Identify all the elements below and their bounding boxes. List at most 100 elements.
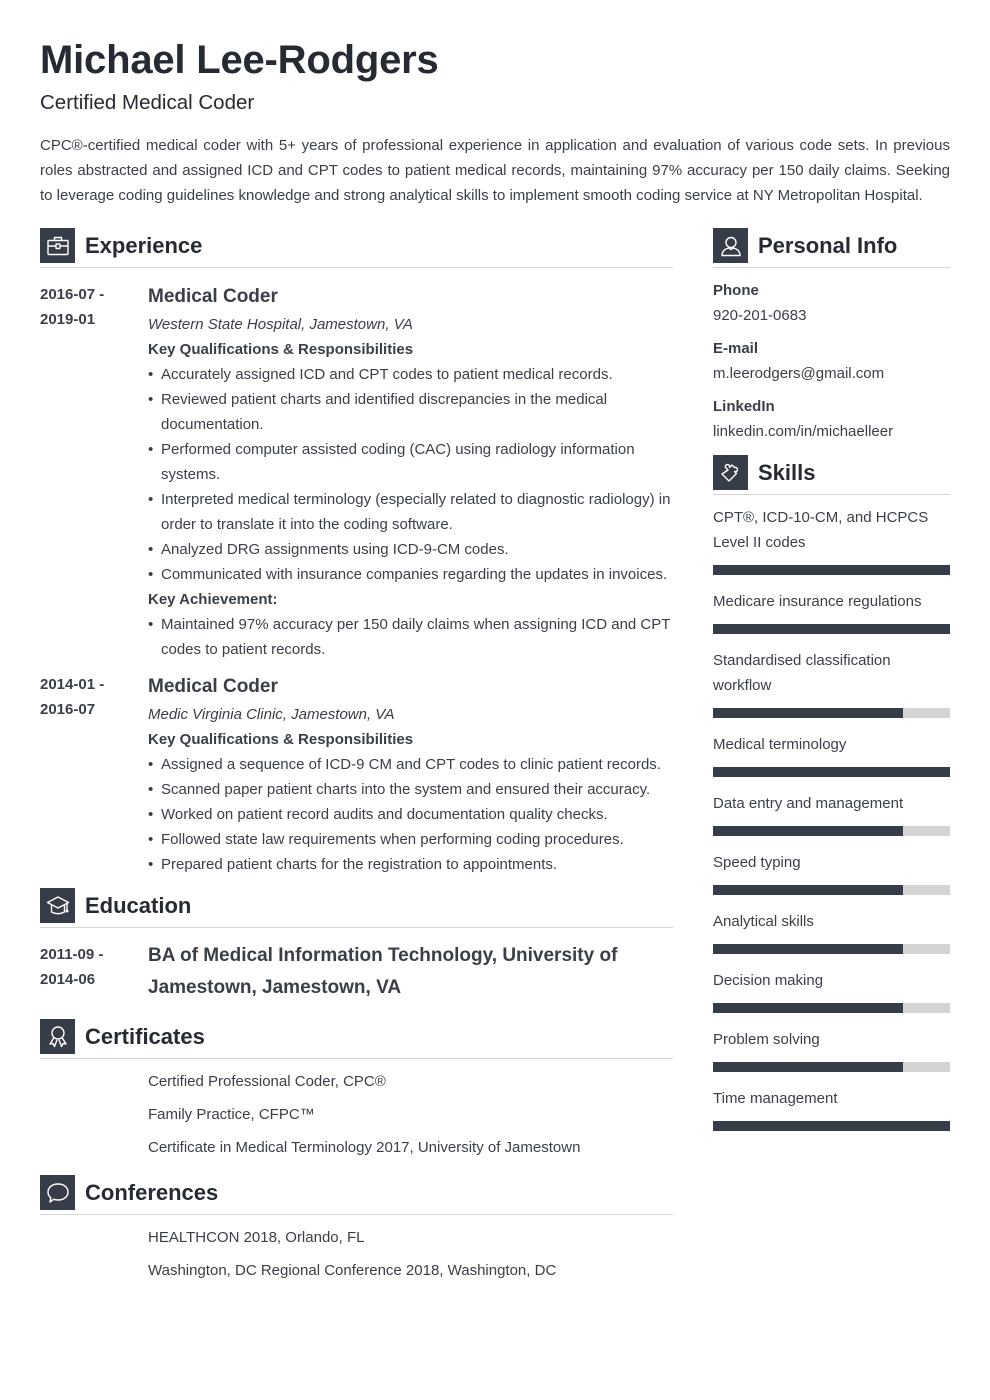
list-item: Worked on patient record audits and docu…: [148, 802, 673, 827]
skill-level-bar: [713, 708, 950, 718]
list-item: Prepared patient charts for the registra…: [148, 852, 673, 877]
company: Western State Hospital, Jamestown, VA: [148, 316, 413, 333]
conferences-section: Conferences HEALTHCON 2018, Orlando, FL …: [40, 1174, 673, 1287]
skill-item: Time management: [713, 1086, 950, 1131]
skill-item: Medical terminology: [713, 732, 950, 777]
education-entry: 2011-09 - 2014-06 BA of Medical Informat…: [40, 940, 673, 1004]
section-title: Certificates: [85, 1024, 205, 1049]
skill-level-fill: [713, 1062, 903, 1072]
job-dates: 2016-07 - 2019-01: [40, 282, 140, 332]
certificates-list: Certified Professional Coder, CPC® Famil…: [40, 1065, 673, 1164]
phone-label: Phone: [713, 282, 759, 299]
skill-name: Speed typing: [713, 854, 801, 871]
skill-level-fill: [713, 885, 903, 895]
skill-level-bar: [713, 565, 950, 575]
list-item: Assigned a sequence of ICD-9 CM and CPT …: [148, 752, 673, 777]
list-item: Interpreted medical terminology (especia…: [148, 487, 673, 537]
skill-level-fill: [713, 1121, 950, 1131]
summary-paragraph: CPC®-certified medical coder with 5+ yea…: [40, 137, 950, 204]
skill-level-bar: [713, 826, 950, 836]
conferences-list: HEALTHCON 2018, Orlando, FL Washington, …: [40, 1221, 673, 1287]
responsibilities-list: Assigned a sequence of ICD-9 CM and CPT …: [148, 752, 673, 877]
skill-level-fill: [713, 767, 950, 777]
skill-level-bar: [713, 767, 950, 777]
section-title: Education: [85, 893, 192, 918]
award-ribbon-icon: [40, 1019, 75, 1054]
skills-section: Skills CPT®, ICD-10-CM, and HCPCS Level …: [713, 454, 950, 1131]
phone-value: 920-201-0683: [713, 307, 807, 324]
skill-item: Speed typing: [713, 850, 950, 895]
education-section: Education 2011-09 - 2014-06 BA of Medica…: [40, 887, 673, 1004]
job-entry: 2016-07 - 2019-01 Medical Coder Western …: [40, 282, 673, 662]
email-value[interactable]: m.leerodgers@gmail.com: [713, 361, 950, 386]
date-end: 2019-01: [40, 311, 96, 328]
skill-level-fill: [713, 944, 903, 954]
company: Medic Virginia Clinic, Jamestown, VA: [148, 706, 395, 723]
skill-item: Data entry and management: [713, 791, 950, 836]
skill-name: Standardised classification workflow: [713, 652, 891, 694]
date-start: 2014-01 -: [40, 676, 105, 693]
section-header: Experience: [40, 227, 673, 268]
list-item: Performed computer assisted coding (CAC)…: [148, 437, 673, 487]
job-title: Medical Coder: [148, 676, 278, 697]
skill-name: Medicare insurance regulations: [713, 593, 922, 610]
skill-level-fill: [713, 624, 950, 634]
section-header: Education: [40, 887, 673, 928]
skill-level-bar: [713, 1062, 950, 1072]
skill-level-fill: [713, 826, 903, 836]
job-entry: 2014-01 - 2016-07 Medical Coder Medic Vi…: [40, 672, 673, 877]
person-icon: [713, 228, 748, 263]
experience-section: Experience 2016-07 - 2019-01 Medical Cod…: [40, 227, 673, 877]
section-title: Personal Info: [758, 233, 898, 258]
degree-title: BA of Medical Information Technology, Un…: [148, 945, 618, 998]
skill-item: Medicare insurance regulations: [713, 589, 950, 634]
skill-name: Time management: [713, 1090, 838, 1107]
section-title: Experience: [85, 233, 203, 258]
section-header: Skills: [713, 454, 950, 495]
puzzle-piece-icon: [713, 455, 748, 490]
achievements-list: Maintained 97% accuracy per 150 daily cl…: [148, 612, 673, 662]
skill-item: CPT®, ICD-10-CM, and HCPCS Level II code…: [713, 505, 950, 575]
job-dates: 2014-01 - 2016-07: [40, 672, 140, 722]
list-item: Followed state law requirements when per…: [148, 827, 673, 852]
date-end: 2016-07: [40, 701, 96, 718]
list-item: Maintained 97% accuracy per 150 daily cl…: [148, 612, 673, 662]
education-dates: 2011-09 - 2014-06: [40, 942, 140, 992]
section-title: Conferences: [85, 1180, 219, 1205]
left-column: Experience 2016-07 - 2019-01 Medical Cod…: [40, 227, 673, 1287]
skill-name: Data entry and management: [713, 795, 904, 812]
list-item: Communicated with insurance companies re…: [148, 562, 673, 587]
certificate-item: Certified Professional Coder, CPC®: [148, 1073, 386, 1090]
speech-bubble-icon: [40, 1175, 75, 1210]
skill-name: Analytical skills: [713, 913, 814, 930]
skill-name: Problem solving: [713, 1031, 820, 1048]
skill-level-bar: [713, 1003, 950, 1013]
personal-info-fields: Phone 920-201-0683 E-mail m.leerodgers@g…: [713, 278, 950, 444]
responsibilities-list: Accurately assigned ICD and CPT codes to…: [148, 362, 673, 587]
candidate-name: Michael Lee-Rodgers: [40, 38, 439, 82]
date-start: 2011-09 -: [40, 946, 104, 963]
conference-item: Washington, DC Regional Conference 2018,…: [148, 1262, 557, 1279]
email-label: E-mail: [713, 340, 759, 357]
certificate-item: Family Practice, CFPC™: [148, 1106, 315, 1123]
briefcase-icon: [40, 228, 75, 263]
job-title: Medical Coder: [148, 286, 278, 307]
skill-level-fill: [713, 1003, 903, 1013]
personal-info-section: Personal Info Phone 920-201-0683 E-mail …: [713, 227, 950, 444]
skill-item: Problem solving: [713, 1027, 950, 1072]
skill-level-fill: [713, 565, 950, 575]
certificates-section: Certificates Certified Professional Code…: [40, 1018, 673, 1164]
date-start: 2016-07 -: [40, 286, 105, 303]
section-header: Personal Info: [713, 227, 950, 268]
section-header: Conferences: [40, 1174, 673, 1215]
certificate-item: Certificate in Medical Terminology 2017,…: [148, 1139, 581, 1156]
skill-name: CPT®, ICD-10-CM, and HCPCS Level II code…: [713, 509, 929, 551]
list-item: Reviewed patient charts and identified d…: [148, 387, 673, 437]
list-item: Analyzed DRG assignments using ICD-9-CM …: [148, 537, 673, 562]
qualifications-heading: Key Qualifications & Responsibilities: [148, 341, 414, 358]
linkedin-label: LinkedIn: [713, 398, 775, 415]
skill-name: Decision making: [713, 972, 824, 989]
linkedin-value[interactable]: linkedin.com/in/michaelleer: [713, 419, 950, 444]
section-header: Certificates: [40, 1018, 673, 1059]
candidate-title: Certified Medical Coder: [40, 91, 255, 114]
